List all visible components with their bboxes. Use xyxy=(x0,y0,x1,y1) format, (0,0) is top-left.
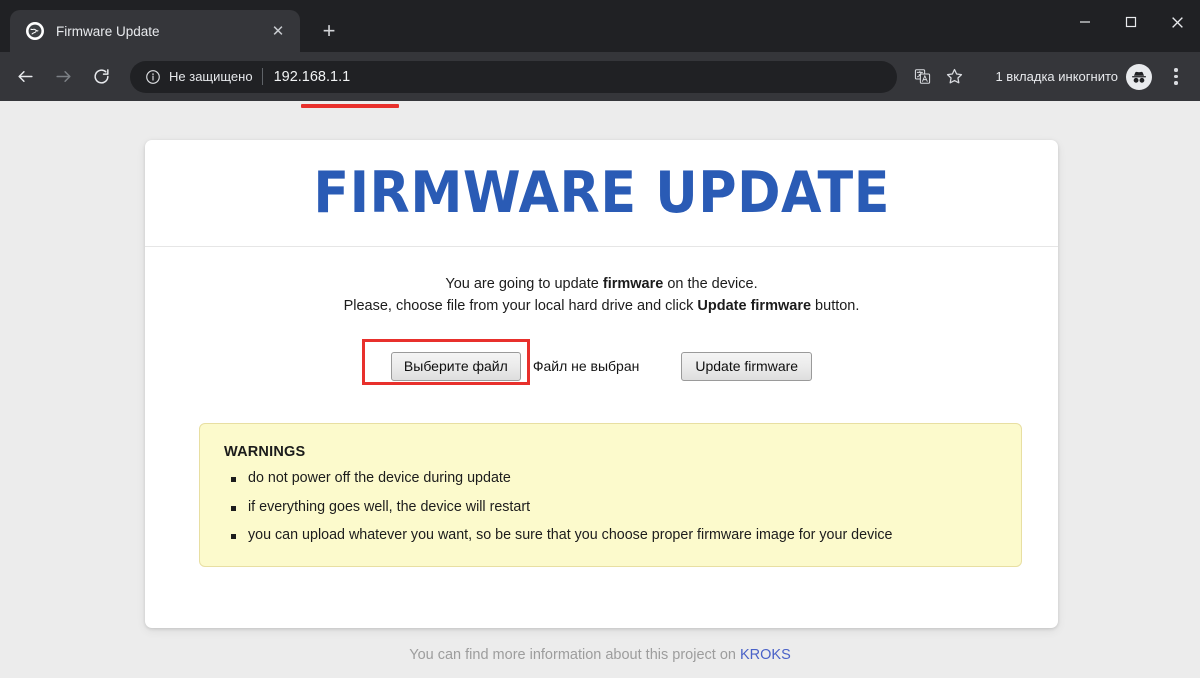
window-minimize-button[interactable] xyxy=(1062,0,1108,44)
footer-text: You can find more information about this… xyxy=(409,647,740,663)
browser-tab[interactable]: Firmware Update ✕ xyxy=(10,10,300,52)
browser-toolbar: Не защищено 192.168.1.1 1 вкладка инкогн… xyxy=(0,52,1200,101)
window-close-button[interactable] xyxy=(1154,0,1200,44)
star-icon[interactable] xyxy=(939,62,969,92)
tab-close-icon[interactable]: ✕ xyxy=(266,19,290,43)
warnings-heading: WARNINGS xyxy=(224,444,997,460)
file-status-label: Файл не выбран xyxy=(533,358,640,374)
address-bar[interactable]: Не защищено 192.168.1.1 xyxy=(130,61,897,93)
incognito-indicator[interactable]: 1 вкладка инкогнито xyxy=(981,61,1156,93)
tab-title: Firmware Update xyxy=(56,24,266,39)
incognito-label: 1 вкладка инкогнито xyxy=(995,69,1118,84)
translate-icon[interactable] xyxy=(907,62,937,92)
file-input-group: Выберите файл Файл не выбран xyxy=(391,352,639,381)
upload-controls: Выберите файл Файл не выбран Update firm… xyxy=(173,352,1030,381)
update-firmware-button[interactable]: Update firmware xyxy=(681,352,812,381)
new-tab-button[interactable]: + xyxy=(314,16,344,46)
kroks-link[interactable]: KROKS xyxy=(740,647,791,663)
three-dot-menu-icon[interactable] xyxy=(1162,62,1190,92)
card-header: FIRMWARE UPDATE xyxy=(145,140,1058,247)
reload-button[interactable] xyxy=(84,60,118,94)
page-viewport: FIRMWARE UPDATE You are going to update … xyxy=(0,101,1200,678)
warnings-box: WARNINGS do not power off the device dur… xyxy=(199,423,1022,567)
back-button[interactable] xyxy=(8,60,42,94)
tab-strip: Firmware Update ✕ + xyxy=(0,0,1200,52)
url-annotation-underline xyxy=(301,104,399,108)
lead-line-2-post: button. xyxy=(811,298,859,314)
list-item: do not power off the device during updat… xyxy=(224,471,997,487)
lead-line-1-post: on the device. xyxy=(663,276,757,292)
page-footer: You can find more information about this… xyxy=(0,647,1200,663)
incognito-hat-icon[interactable] xyxy=(1126,64,1152,90)
browser-window: Firmware Update ✕ + xyxy=(0,0,1200,678)
forward-button[interactable] xyxy=(46,60,80,94)
lead-line-1-bold: firmware xyxy=(603,276,663,292)
page-title: FIRMWARE UPDATE xyxy=(313,165,890,222)
lead-line-2: Please, choose file from your local hard… xyxy=(173,295,1030,317)
list-item: you can upload whatever you want, so be … xyxy=(224,528,997,544)
omnibox-separator xyxy=(262,68,263,85)
globe-favicon-icon xyxy=(26,22,44,40)
info-circle-icon[interactable] xyxy=(144,68,161,85)
card-body: You are going to update firmware on the … xyxy=(145,247,1058,567)
url-text[interactable]: 192.168.1.1 xyxy=(274,69,886,85)
lead-line-2-bold: Update firmware xyxy=(697,298,811,314)
window-maximize-button[interactable] xyxy=(1108,0,1154,44)
list-item: if everything goes well, the device will… xyxy=(224,500,997,516)
warnings-list: do not power off the device during updat… xyxy=(224,471,997,544)
lead-paragraph: You are going to update firmware on the … xyxy=(173,273,1030,318)
window-controls xyxy=(1062,0,1200,44)
security-status-label: Не защищено xyxy=(169,69,253,84)
firmware-update-card: FIRMWARE UPDATE You are going to update … xyxy=(145,140,1058,628)
lead-line-1: You are going to update firmware on the … xyxy=(173,273,1030,295)
choose-file-button[interactable]: Выберите файл xyxy=(391,352,521,381)
lead-line-2-pre: Please, choose file from your local hard… xyxy=(344,298,698,314)
lead-line-1-pre: You are going to update xyxy=(445,276,603,292)
